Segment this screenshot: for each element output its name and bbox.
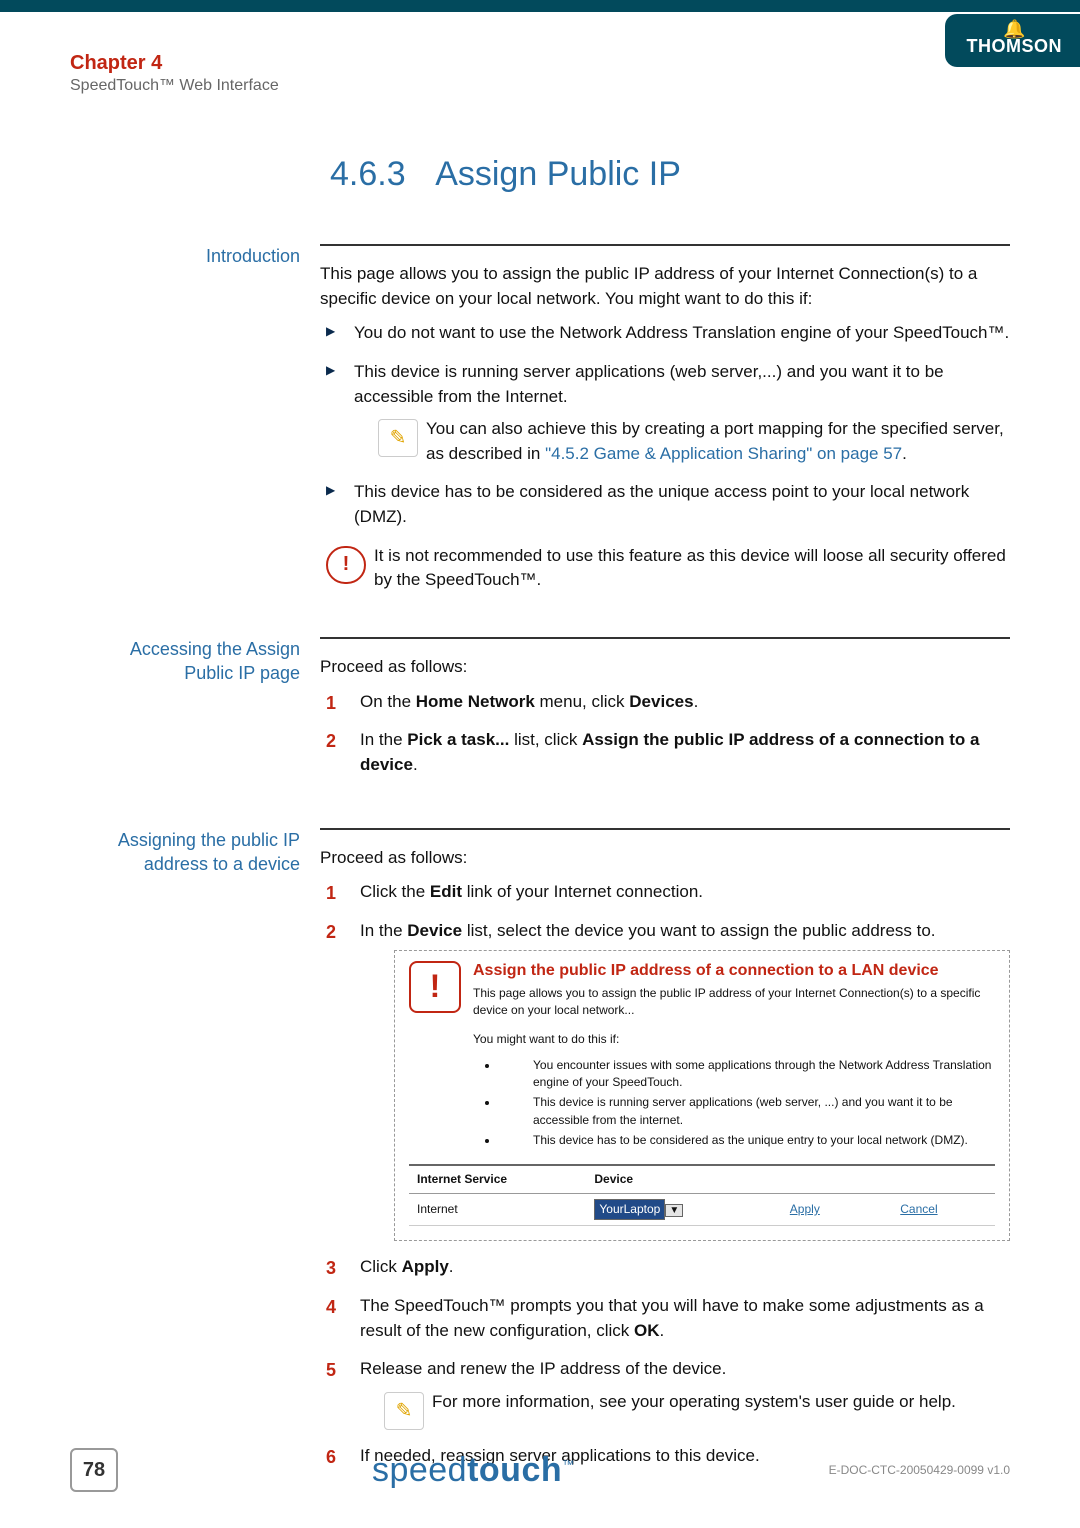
table-row: Internet YourLaptop ▼ Apply Cancel — [409, 1194, 995, 1226]
intro-tip-text: You can also achieve this by creating a … — [426, 417, 1010, 466]
speedtouch-brand: speedtouch™ — [118, 1451, 829, 1490]
document-id: E-DOC-CTC-20050429-0099 v1.0 — [829, 1463, 1010, 1477]
page-footer: 78 speedtouch™ E-DOC-CTC-20050429-0099 v… — [0, 1448, 1080, 1492]
section-number: 4.6.3 — [330, 155, 406, 193]
assign-tip-text: For more information, see your operating… — [432, 1390, 1010, 1415]
screenshot-why: You might want to do this if: — [473, 1031, 995, 1048]
cancel-link[interactable]: Cancel — [900, 1202, 937, 1216]
intro-lead: This page allows you to assign the publi… — [320, 262, 1010, 311]
page-number: 78 — [70, 1448, 118, 1492]
access-lead: Proceed as follows: — [320, 655, 1010, 680]
cell-internet-service: Internet — [409, 1194, 586, 1226]
assign-step-4: 4 The SpeedTouch™ prompts you that you w… — [326, 1294, 1010, 1343]
intro-label: Introduction — [70, 244, 320, 601]
assign-step-5: 5 Release and renew the IP address of th… — [326, 1357, 1010, 1430]
assign-label: Assigning the public IP address to a dev… — [70, 828, 320, 1483]
intro-bullet-2: This device is running server applicatio… — [354, 362, 944, 406]
top-band — [0, 0, 1080, 12]
assign-step-3: 3 Click Apply. — [326, 1255, 1010, 1280]
chapter-label: Chapter 4 — [70, 52, 1010, 75]
apply-link[interactable]: Apply — [790, 1202, 820, 1216]
cross-ref-link[interactable]: "4.5.2 Game & Application Sharing" on pa… — [545, 444, 902, 463]
screenshot-bullet-2: This device is running server applicatio… — [499, 1094, 995, 1129]
thomson-brand-text: THOMSON — [967, 36, 1063, 57]
intro-bullet-1: You do not want to use the Network Addre… — [326, 321, 1010, 346]
warning-icon: ! — [409, 961, 461, 1013]
th-device: Device — [586, 1165, 761, 1194]
section-heading: 4.6.3 Assign Public IP — [330, 155, 1010, 194]
section-title-text: Assign Public IP — [435, 155, 681, 193]
screenshot-bullet-3: This device has to be considered as the … — [499, 1132, 995, 1149]
assignment-table: Internet Service Device Internet YourLap… — [409, 1164, 995, 1227]
device-select[interactable]: YourLaptop — [594, 1199, 665, 1220]
chapter-subtitle: SpeedTouch™ Web Interface — [70, 77, 1010, 95]
access-label: Accessing the Assign Public IP page — [70, 637, 320, 792]
bell-icon: 🔔 — [967, 22, 1063, 36]
screenshot-title: Assign the public IP address of a connec… — [473, 961, 995, 981]
warning-icon: ! — [326, 546, 366, 584]
access-step-2: 2 In the Pick a task... list, click Assi… — [326, 728, 1010, 777]
chevron-down-icon[interactable]: ▼ — [665, 1204, 683, 1217]
access-step-1: 1 On the Home Network menu, click Device… — [326, 690, 1010, 715]
assign-step-1: 1 Click the Edit link of your Internet c… — [326, 880, 1010, 905]
tip-icon: ✎ — [378, 419, 418, 457]
screenshot-desc: This page allows you to assign the publi… — [473, 985, 995, 1020]
assign-lead: Proceed as follows: — [320, 846, 1010, 871]
ui-screenshot-panel: ! Assign the public IP address of a conn… — [394, 950, 1010, 1242]
tip-icon: ✎ — [384, 1392, 424, 1430]
screenshot-bullet-1: You encounter issues with some applicati… — [499, 1057, 995, 1092]
intro-warning-text: It is not recommended to use this featur… — [374, 544, 1010, 593]
intro-bullet-3: This device has to be considered as the … — [326, 480, 1010, 529]
th-internet-service: Internet Service — [409, 1165, 586, 1194]
thomson-logo: 🔔 THOMSON — [945, 14, 1080, 67]
assign-step-2: 2 In the Device list, select the device … — [326, 919, 1010, 1242]
